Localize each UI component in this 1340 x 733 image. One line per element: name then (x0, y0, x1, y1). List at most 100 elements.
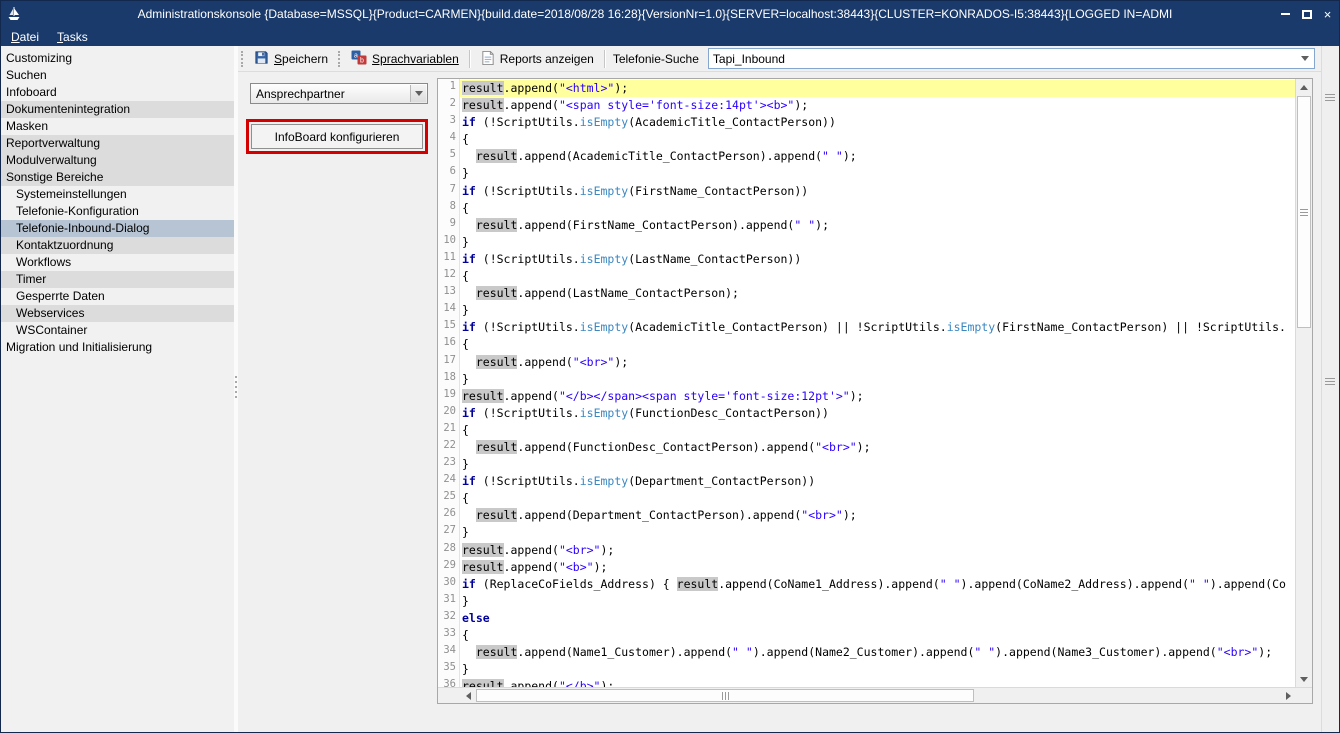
sidebar-item-systemeinstellungen[interactable]: Systemeinstellungen (1, 186, 234, 203)
line-number: 5 (438, 148, 459, 165)
report-icon (481, 50, 495, 68)
code-line: } (460, 593, 1295, 610)
line-number: 33 (438, 627, 459, 644)
line-number: 7 (438, 183, 459, 200)
ansprechpartner-value: Ansprechpartner (256, 87, 345, 101)
code-line: result.append("<span style='font-size:14… (460, 97, 1295, 114)
close-icon[interactable]: × (1319, 6, 1336, 23)
chevron-down-icon[interactable] (410, 85, 426, 102)
line-number: 22 (438, 439, 459, 456)
sidebar-item-masken[interactable]: Masken (1, 118, 234, 135)
sidebar-item-infoboard[interactable]: Infoboard (1, 84, 234, 101)
code-line: if (!ScriptUtils.isEmpty(LastName_Contac… (460, 251, 1295, 268)
sidebar-item-webservices[interactable]: Webservices (1, 305, 234, 322)
code-line: { (460, 268, 1295, 285)
infoboard-konfigurieren-button[interactable]: InfoBoard konfigurieren (251, 124, 423, 149)
sidebar-item-telefonie-konfiguration[interactable]: Telefonie-Konfiguration (1, 203, 234, 220)
line-number: 25 (438, 490, 459, 507)
sidebar-item-migration-und-initialisierung[interactable]: Migration und Initialisierung (1, 339, 234, 356)
sidebar-item-sonstige-bereiche[interactable]: Sonstige Bereiche (1, 169, 234, 186)
toolbar-grip-icon (241, 51, 244, 67)
vertical-scroll-thumb[interactable] (1297, 96, 1311, 328)
window-controls: × (1271, 1, 1336, 27)
ansprechpartner-combobox[interactable]: Ansprechpartner (250, 83, 428, 104)
menu-datei[interactable]: Datei (11, 30, 39, 44)
right-panel-splitter[interactable] (1321, 46, 1339, 732)
sidebar-item-wscontainer[interactable]: WSContainer (1, 322, 234, 339)
splitter-grip-icon (1325, 378, 1335, 385)
scroll-down-arrow[interactable] (1296, 671, 1312, 687)
code-line: { (460, 490, 1295, 507)
line-number-gutter: 1234567891011121314151617181920212223242… (438, 79, 460, 687)
horizontal-scroll-thumb[interactable] (476, 689, 974, 702)
editor-vertical-scrollbar[interactable] (1295, 79, 1312, 687)
chevron-down-icon[interactable] (1297, 51, 1312, 66)
vertical-scroll-track[interactable] (1296, 95, 1312, 671)
scroll-up-arrow[interactable] (1296, 79, 1312, 95)
code-line: { (460, 627, 1295, 644)
line-number: 16 (438, 336, 459, 353)
menu-tasks[interactable]: Tasks (57, 30, 88, 44)
minimize-icon[interactable] (1277, 6, 1294, 23)
scrollbar-corner (1296, 688, 1312, 703)
speichern-button[interactable]: Speichern (251, 48, 331, 70)
line-number: 3 (438, 114, 459, 131)
line-number: 14 (438, 302, 459, 319)
sidebar-item-telefonie-inbound-dialog[interactable]: Telefonie-Inbound-Dialog (1, 220, 234, 237)
sprachvariablen-button[interactable]: a b Sprachvariablen (348, 48, 462, 70)
line-number: 10 (438, 234, 459, 251)
editor-horizontal-scrollbar[interactable] (460, 688, 1296, 703)
speichern-label: Speichern (274, 52, 328, 66)
line-number: 23 (438, 456, 459, 473)
code-line: } (460, 234, 1295, 251)
annotation-highlight-box: InfoBoard konfigurieren (246, 119, 428, 154)
line-number: 34 (438, 644, 459, 661)
horizontal-scroll-track[interactable] (476, 688, 1280, 703)
code-line: result.append(Department_ContactPerson).… (460, 507, 1295, 524)
line-number: 30 (438, 576, 459, 593)
code-area[interactable]: result.append("<html>");result.append("<… (460, 79, 1295, 687)
sidebar-item-suchen[interactable]: Suchen (1, 67, 234, 84)
svg-text:a: a (354, 52, 358, 59)
line-number: 27 (438, 524, 459, 541)
code-line: result.append(FunctionDesc_ContactPerson… (460, 439, 1295, 456)
line-number: 35 (438, 661, 459, 678)
language-variables-icon: a b (351, 50, 367, 68)
scroll-right-arrow[interactable] (1280, 688, 1296, 703)
code-line: } (460, 661, 1295, 678)
line-number: 32 (438, 610, 459, 627)
code-line: result.append(LastName_ContactPerson); (460, 285, 1295, 302)
sidebar-item-modulverwaltung[interactable]: Modulverwaltung (1, 152, 234, 169)
code-line: { (460, 131, 1295, 148)
maximize-icon[interactable] (1298, 6, 1315, 23)
svg-text:b: b (360, 57, 364, 64)
sidebar-item-customizing[interactable]: Customizing (1, 50, 234, 67)
toolbar-separator (604, 50, 606, 68)
code-line: } (460, 456, 1295, 473)
code-line: result.append("<b>"); (460, 559, 1295, 576)
code-line: result.append("<html>"); (460, 80, 1295, 97)
sidebar-item-timer[interactable]: Timer (1, 271, 234, 288)
line-number: 36 (438, 678, 459, 687)
line-number: 19 (438, 388, 459, 405)
toolbar: Speichern a b Sprachvariablen (238, 46, 1321, 72)
sidebar-item-kontaktzuordnung[interactable]: Kontaktzuordnung (1, 237, 234, 254)
line-number: 17 (438, 354, 459, 371)
line-number: 29 (438, 559, 459, 576)
line-number: 9 (438, 217, 459, 234)
line-number: 12 (438, 268, 459, 285)
code-line: else (460, 610, 1295, 627)
reports-anzeigen-label: Reports anzeigen (500, 52, 594, 66)
line-number: 13 (438, 285, 459, 302)
app-window: Administrationskonsole {Database=MSSQL}{… (0, 0, 1340, 733)
sidebar-item-dokumentenintegration[interactable]: Dokumentenintegration (1, 101, 234, 118)
scroll-left-arrow[interactable] (460, 688, 476, 703)
telefonie-suche-combobox[interactable]: Tapi_Inbound (708, 48, 1315, 69)
sidebar-item-workflows[interactable]: Workflows (1, 254, 234, 271)
splitter-grip-icon (235, 376, 237, 398)
telefonie-suche-label: Telefonie-Suche (613, 52, 699, 66)
line-number: 2 (438, 97, 459, 114)
sidebar-item-reportverwaltung[interactable]: Reportverwaltung (1, 135, 234, 152)
reports-anzeigen-button[interactable]: Reports anzeigen (478, 48, 597, 70)
sidebar-item-gesperrte-daten[interactable]: Gesperrte Daten (1, 288, 234, 305)
